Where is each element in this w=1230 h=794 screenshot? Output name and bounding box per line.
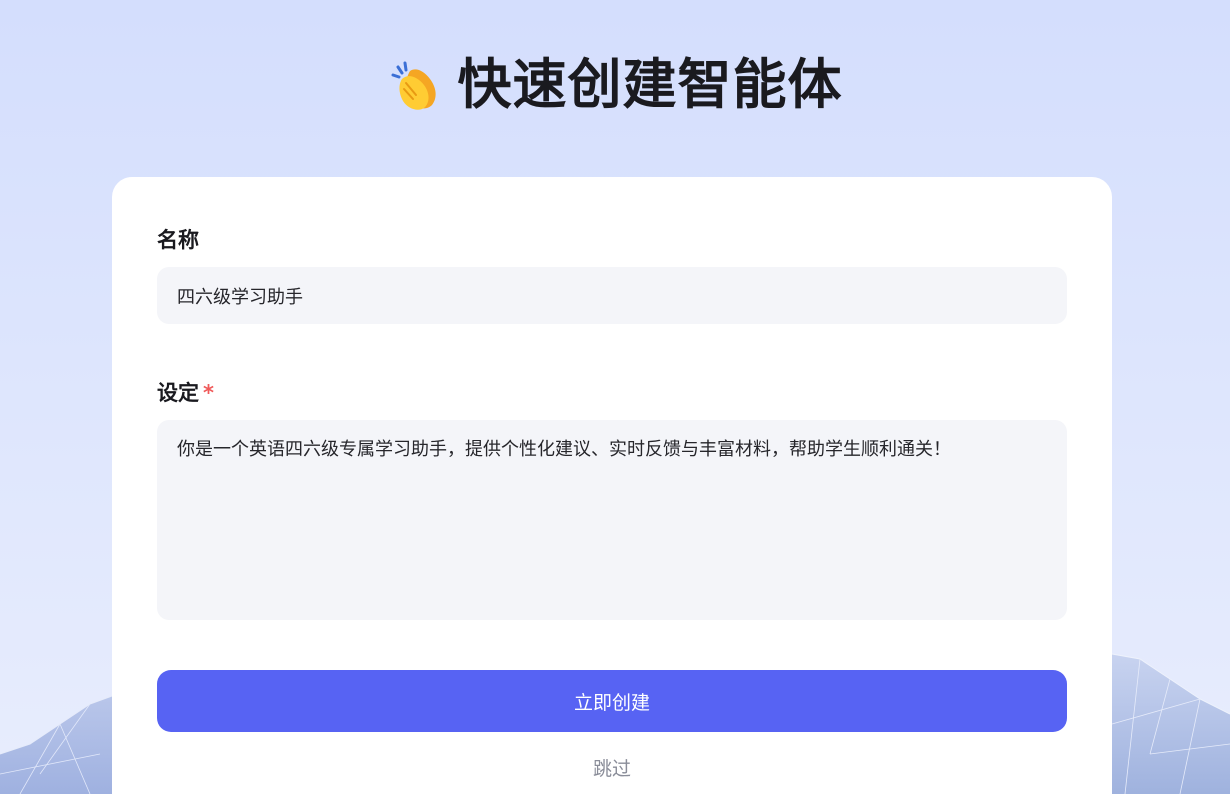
setting-label: 设定 * — [157, 378, 214, 408]
name-input[interactable] — [157, 267, 1067, 324]
setting-label-text: 设定 — [157, 381, 199, 405]
setting-textarea[interactable]: 你是一个英语四六级专属学习助手，提供个性化建议、实时反馈与丰富材料，帮助学生顺利… — [157, 420, 1067, 620]
skip-link[interactable]: 跳过 — [112, 754, 1112, 784]
page-header: 快速创建智能体 — [0, 50, 1230, 120]
name-label-text: 名称 — [157, 228, 199, 252]
name-label: 名称 — [157, 225, 199, 255]
page-title: 快速创建智能体 — [457, 53, 843, 116]
create-now-button[interactable]: 立即创建 — [157, 670, 1067, 732]
clapping-hands-icon — [391, 61, 436, 110]
create-agent-card: 名称 设定* 你是一个英语四六级专属学习助手，提供个性化建议、实时反馈与丰富材料… — [112, 177, 1112, 794]
required-star: * — [203, 381, 214, 405]
